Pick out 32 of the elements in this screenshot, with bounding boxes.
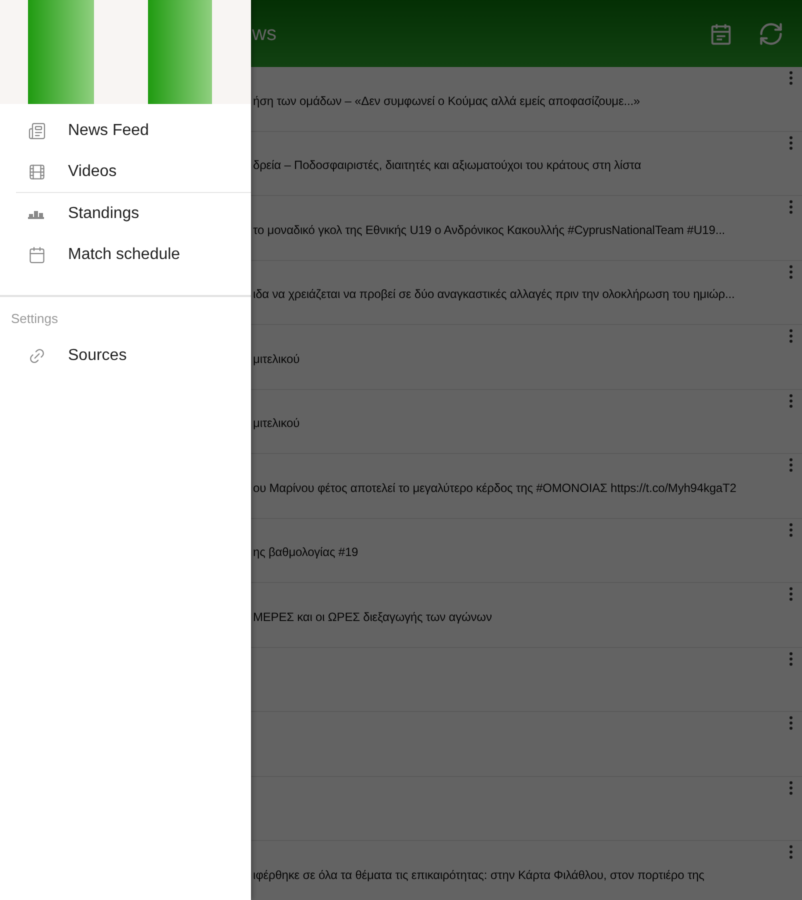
refresh-icon[interactable] <box>758 20 784 46</box>
drawer-item[interactable]: Videos <box>0 151 251 192</box>
drawer-item[interactable]: Standings <box>16 192 251 234</box>
feed-item-title: μιτελικού <box>252 416 300 430</box>
feed-item[interactable]: δρεία – Ποδοσφαιριστές, διαιτητές και αξιωματούχοι του κράτους στη λίστα <box>251 132 802 196</box>
calendar-icon <box>28 246 46 264</box>
feed-item-title: δρεία – Ποδοσφαιριστές, διαιτητές και αξιωματούχοι του κράτους στη λίστα <box>252 158 642 172</box>
feed-item-title: ης βαθμολογίας #19 <box>252 545 358 560</box>
feed-item[interactable]: ης βαθμολογίας #19 <box>251 518 802 583</box>
feed-item-title: ου Μαρίνου φέτος αποτελεί το μεγαλύτερο κέρδος της #ΟΜΟΝΟΙΑΣ https://t.co/Myh94kgaT2 <box>252 480 736 495</box>
feed-item[interactable]: μιτελικού <box>251 325 802 390</box>
feed-item-title: το μοναδικό γκολ της Εθνικής U19 ο Ανδρόνικος Κακουλλής #CyprusNationalTeam #U19... <box>252 222 726 237</box>
drawer-item[interactable]: Sources <box>0 335 251 376</box>
feed-item[interactable]: ήση των ομάδων – «Δεν συμφωνεί ο Κούμας αλλά εμείς αποφασίζουμε...» <box>251 67 802 132</box>
feed-item-title: μιτελικού <box>252 352 300 366</box>
feed-item[interactable]: μιτελικού <box>251 390 802 454</box>
section-label: Settings <box>10 310 59 328</box>
app-title: ws <box>251 22 276 46</box>
feed-item-title: ήση των ομάδων – «Δεν συμφωνεί ο Κούμας αλλά εμείς αποφασίζουμε...» <box>252 94 640 108</box>
drawer-item[interactable]: News Feed <box>0 110 251 151</box>
feed-item[interactable]: ιδα να χρειάζεται να προβεί σε δύο αναγκαστικές αλλαγές πριν την ολοκλήρωση του ημιώρ... <box>251 260 802 325</box>
feed-item-title: ιφέρθηκε σε όλα τα θέματα τις επικαιρότητας: στην Κάρτα Φιλάθλου, στον πορτιέρο της <box>252 868 704 882</box>
film-icon <box>28 162 46 180</box>
podium-icon <box>28 210 44 218</box>
newspaper-icon <box>28 122 46 140</box>
drawer-item[interactable]: Match schedule <box>0 234 251 275</box>
feed-item[interactable]: ου Μαρίνου φέτος αποτελεί το μεγαλύτερο κέρδος της #ΟΜΟΝΟΙΑΣ https://t.co/Myh94kgaT2 <box>251 454 802 518</box>
feed-item[interactable]: ιφέρθηκε σε όλα τα θέματα τις επικαιρότητας: στην Κάρτα Φιλάθλου, στον πορτιέρο της <box>251 841 802 900</box>
feed-item-title: ιδα να χρειάζεται να προβεί σε δύο αναγκαστικές αλλαγές πριν την ολοκλήρωση του ημιώρ... <box>252 287 735 302</box>
feed-item-title: ΜΕΡΕΣ και οι ΩΡΕΣ διεξαγωγής των αγώνων <box>252 610 492 624</box>
feed-item[interactable]: ΜΕΡΕΣ και οι ΩΡΕΣ διεξαγωγής των αγώνων <box>251 583 802 648</box>
feed-item[interactable]: το μοναδικό γκολ της Εθνικής U19 ο Ανδρόνικος Κακουλλής #CyprusNationalTeam #U19... <box>251 196 802 260</box>
